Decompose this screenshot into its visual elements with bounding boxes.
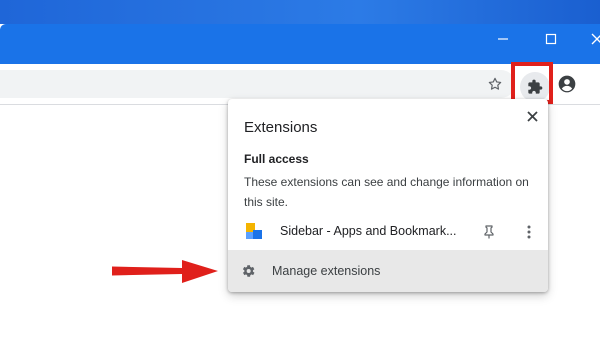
- minimize-icon[interactable]: [488, 24, 518, 54]
- extension-name: Sidebar - Apps and Bookmark...: [280, 224, 457, 238]
- full-access-heading: Full access: [244, 152, 309, 166]
- extensions-button-highlight: [511, 62, 553, 104]
- desktop-background: [0, 0, 600, 24]
- popup-close-icon[interactable]: [522, 106, 542, 126]
- manage-extensions-label: Manage extensions: [272, 264, 381, 278]
- close-icon[interactable]: [582, 24, 600, 54]
- settings-gear-icon: [240, 263, 256, 279]
- red-arrow-annotation: [112, 260, 218, 283]
- profile-icon[interactable]: [553, 70, 581, 98]
- popup-title: Extensions: [244, 119, 318, 136]
- address-bar[interactable]: [0, 70, 515, 98]
- manage-extensions-item[interactable]: Manage extensions: [228, 250, 548, 292]
- full-access-description: These extensions can see and change info…: [244, 175, 529, 209]
- pin-icon[interactable]: [478, 221, 500, 243]
- maximize-icon[interactable]: [536, 24, 566, 54]
- extensions-popup: Extensions Full access These extensions …: [228, 99, 548, 292]
- bookmark-star-icon[interactable]: [481, 70, 509, 98]
- menu-kebab-icon[interactable]: [588, 70, 600, 98]
- browser-titlebar: [0, 24, 600, 64]
- extension-row[interactable]: Sidebar - Apps and Bookmark...: [228, 217, 548, 247]
- sidebar-extension-logo-icon: [245, 222, 263, 240]
- more-options-icon[interactable]: [518, 221, 540, 243]
